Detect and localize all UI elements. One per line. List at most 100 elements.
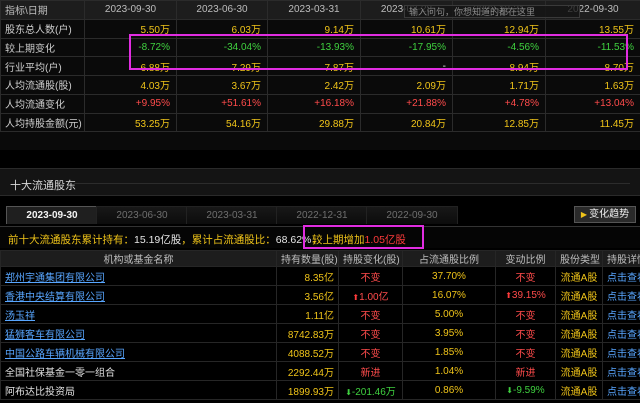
view-detail-link[interactable]: 点击查看 (607, 292, 640, 303)
holder-name-cell: 汤玉祥 (0, 304, 277, 324)
holder-shares: 2292.44万 (276, 361, 339, 381)
summary-cell: 4.03万 (84, 75, 177, 95)
summary-date-header: 2023-09-30 (84, 0, 177, 20)
holders-column-header: 股份类型 (555, 250, 603, 267)
summary-cell: +13.04% (545, 93, 640, 114)
view-detail-link[interactable]: 点击查看 (607, 273, 640, 284)
summary-cell: +51.61% (176, 93, 268, 114)
holders-increase-text: 较上期增加1.05亿股 (312, 232, 406, 247)
holder-name-link[interactable]: 中国公路车辆机械有限公司 (5, 349, 125, 360)
summary-cell: +21.88% (360, 93, 453, 114)
holder-shares: 8.35亿 (276, 266, 339, 286)
holder-row: 汤玉祥 1.11亿 不变 5.00% 不变 流通A股点击查看 (0, 304, 640, 324)
holder-change-cell: ⬇-201.46万 (338, 380, 403, 400)
summary-row-label: 人均持股金额(元) (0, 112, 85, 133)
summary-cell: 3.67万 (176, 75, 268, 95)
holder-change-ratio-cell: 不变 (495, 342, 556, 362)
holder-ratio: 5.00% (402, 304, 496, 324)
summary-date-header: 2023-03-31 (267, 0, 361, 20)
section-header: 十大流通股东 (0, 168, 640, 196)
holder-name-link[interactable]: 汤玉祥 (5, 311, 35, 322)
holders-column-header: 持有数量(股) (276, 250, 339, 267)
holder-ratio: 1.04% (402, 361, 496, 381)
holder-name-link[interactable]: 猛狮客车有限公司 (5, 330, 85, 341)
holder-share-type: 流通A股 (555, 361, 603, 381)
tab-2022-09-30[interactable]: 2022-09-30 (366, 206, 458, 224)
holder-change-ratio: 不变 (515, 272, 536, 284)
holder-name-cell: 阿布达比投资局 (0, 380, 277, 400)
summary-ratio: 68.62% (275, 234, 312, 246)
holder-share-type: 流通A股 (555, 285, 603, 305)
view-detail-link[interactable]: 点击查看 (607, 368, 640, 379)
view-detail-link[interactable]: 点击查看 (607, 311, 640, 322)
holder-ratio: 3.95% (402, 323, 496, 343)
summary-cell: 12.85万 (452, 112, 546, 133)
shareholder-summary-panel: 指标\日期2023-09-302023-06-302023-03-312023-… (0, 0, 640, 150)
view-detail-link[interactable]: 点击查看 (607, 349, 640, 360)
summary-cell: 7.29万 (176, 56, 268, 76)
holders-column-header: 持股变化(股) (338, 250, 403, 267)
increase-value: 1.05亿股 (364, 234, 406, 246)
holder-change-cell: 不变 (338, 323, 403, 343)
holder-ratio: 37.70% (402, 266, 496, 286)
summary-cell: 9.14万 (267, 18, 361, 39)
tab-2023-03-31[interactable]: 2023-03-31 (186, 206, 278, 224)
summary-row-label: 股东总人数(户) (0, 18, 85, 39)
holder-row: 全国社保基金一零一组合 2292.44万 新进 1.04% 新进 流通A股点击查看 (0, 361, 640, 381)
holder-change-ratio-cell: 不变 (495, 304, 556, 324)
holder-change-cell: 不变 (338, 304, 403, 324)
change-trend-button[interactable]: ▶ 变化趋势 (574, 206, 636, 223)
summary-cell: 13.55万 (545, 18, 640, 39)
summary-row: 人均持股金额(元) 53.25万 54.16万 29.88万 20.84万 12.85万 1… (0, 112, 640, 133)
summary-shares: 15.19亿股 (134, 234, 182, 246)
summary-cell: 8.94万 (452, 56, 546, 76)
holder-detail-cell: 点击查看 (602, 323, 640, 343)
holder-change-ratio-cell: 新进 (495, 361, 556, 381)
section-title: 十大流通股东 (10, 180, 76, 192)
top-ten-holders-panel: 机构或基金名称持有数量(股)持股变化(股)占流通股比例变动比例股份类型持股详情郑… (0, 250, 640, 400)
holder-name-cell: 郑州宇通集团有限公司 (0, 266, 277, 286)
summary-cell: +4.78% (452, 93, 546, 114)
holder-shares: 4088.52万 (276, 342, 339, 362)
summary-row-label: 人均流通股(股) (0, 75, 85, 95)
summary-header-label: 指标\日期 (0, 0, 85, 20)
summary-cell: -11.53% (545, 37, 640, 58)
holder-name-link[interactable]: 郑州宇通集团有限公司 (5, 273, 105, 284)
summary-cell: 1.71万 (452, 75, 546, 95)
tab-2023-09-30[interactable]: 2023-09-30 (6, 206, 98, 224)
tab-2023-06-30[interactable]: 2023-06-30 (96, 206, 188, 224)
summary-row-label: 人均流通变化 (0, 93, 85, 114)
summary-row: 人均流通变化 +9.95% +51.61% +16.18% +21.88% +4.78% +… (0, 93, 640, 114)
summary-cell: -8.72% (84, 37, 177, 58)
holder-change-ratio: 不变 (515, 348, 536, 360)
holder-detail-cell: 点击查看 (602, 285, 640, 305)
search-input[interactable] (404, 5, 580, 18)
change-trend-label: 变化趋势 (589, 209, 630, 220)
holders-column-header: 持股详情 (602, 250, 640, 267)
summary-cell: 2.09万 (360, 75, 453, 95)
holder-change: 不变 (360, 348, 381, 360)
holder-detail-cell: 点击查看 (602, 380, 640, 400)
holder-row: 中国公路车辆机械有限公司 4088.52万 不变 1.85% 不变 流通A股点击查看 (0, 342, 640, 362)
summary-cell: 20.84万 (360, 112, 453, 133)
holders-header-row: 机构或基金名称持有数量(股)持股变化(股)占流通股比例变动比例股份类型持股详情 (0, 250, 640, 267)
holder-shares: 8742.83万 (276, 323, 339, 343)
holder-share-type: 流通A股 (555, 380, 603, 400)
summary-cell: -34.04% (176, 37, 268, 58)
section-divider (74, 183, 630, 184)
holder-share-type: 流通A股 (555, 323, 603, 343)
holder-share-type: 流通A股 (555, 266, 603, 286)
tab-2022-12-31[interactable]: 2022-12-31 (276, 206, 368, 224)
view-detail-link[interactable]: 点击查看 (607, 387, 640, 398)
holder-change-cell: 新进 (338, 361, 403, 381)
holder-name: 阿布达比投资局 (5, 386, 75, 398)
holder-detail-cell: 点击查看 (602, 361, 640, 381)
holder-ratio: 0.86% (402, 380, 496, 400)
holders-column-header: 变动比例 (495, 250, 556, 267)
holder-share-type: 流通A股 (555, 342, 603, 362)
holder-change-ratio: 新进 (515, 367, 536, 379)
summary-cell: 29.88万 (267, 112, 361, 133)
holder-name-link[interactable]: 香港中央结算有限公司 (5, 292, 105, 303)
holder-ratio: 1.85% (402, 342, 496, 362)
view-detail-link[interactable]: 点击查看 (607, 330, 640, 341)
